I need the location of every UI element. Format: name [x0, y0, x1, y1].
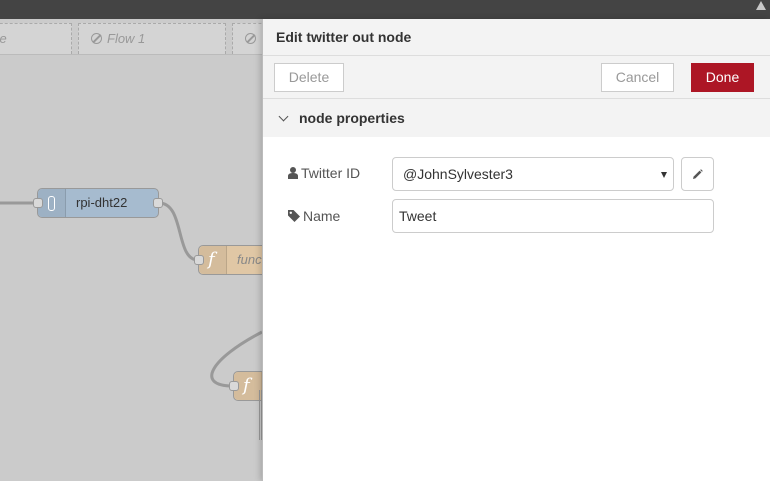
delete-button[interactable]: Delete: [274, 63, 344, 92]
thermometer-icon: [48, 196, 55, 211]
chevron-down-icon: [278, 111, 289, 122]
twitter-id-value: @JohnSylvester3: [403, 166, 513, 182]
node-input-port[interactable]: [229, 381, 239, 391]
edit-twitter-config-button[interactable]: [681, 157, 714, 191]
twitter-id-label: Twitter ID: [288, 165, 360, 181]
node-input-port[interactable]: [33, 198, 43, 208]
function-icon: f: [243, 375, 250, 396]
node-label: rpi-dht22: [76, 195, 128, 210]
node-input-port[interactable]: [194, 255, 204, 265]
name-input[interactable]: [392, 199, 714, 233]
name-row: Name: [288, 199, 758, 233]
done-button[interactable]: Done: [691, 63, 754, 92]
top-header-bar: [0, 0, 770, 19]
function-icon: f: [208, 249, 215, 270]
flow-workspace[interactable]: ce Flow 1 rpi-dht22 f func f: [0, 19, 262, 481]
wire: [158, 201, 199, 262]
edit-tray: Edit twitter out node Delete Cancel Done…: [262, 19, 770, 481]
node-label: func: [237, 252, 262, 267]
pencil-icon: [693, 169, 703, 179]
caret-down-icon: [661, 172, 667, 178]
twitter-id-label-text: Twitter ID: [301, 165, 361, 181]
flow-node-function[interactable]: f: [229, 371, 262, 401]
section-title: node properties: [299, 110, 405, 126]
tray-toolbar: Delete Cancel Done: [263, 56, 770, 99]
node-output-port[interactable]: [153, 198, 163, 208]
cancel-button[interactable]: Cancel: [601, 63, 674, 92]
tag-icon: [288, 210, 300, 222]
flow-node-function[interactable]: f func: [194, 245, 262, 275]
flow-node-rpi-dht22[interactable]: rpi-dht22: [33, 188, 163, 218]
user-icon: [288, 167, 298, 179]
twitter-id-row: Twitter ID @JohnSylvester3: [288, 156, 758, 191]
tray-title: Edit twitter out node: [263, 19, 770, 56]
name-label-text: Name: [303, 208, 341, 224]
twitter-id-select[interactable]: @JohnSylvester3: [392, 157, 674, 191]
name-label: Name: [288, 208, 340, 224]
warning-icon[interactable]: [752, 0, 770, 10]
node-properties-section-header[interactable]: node properties: [263, 99, 770, 137]
